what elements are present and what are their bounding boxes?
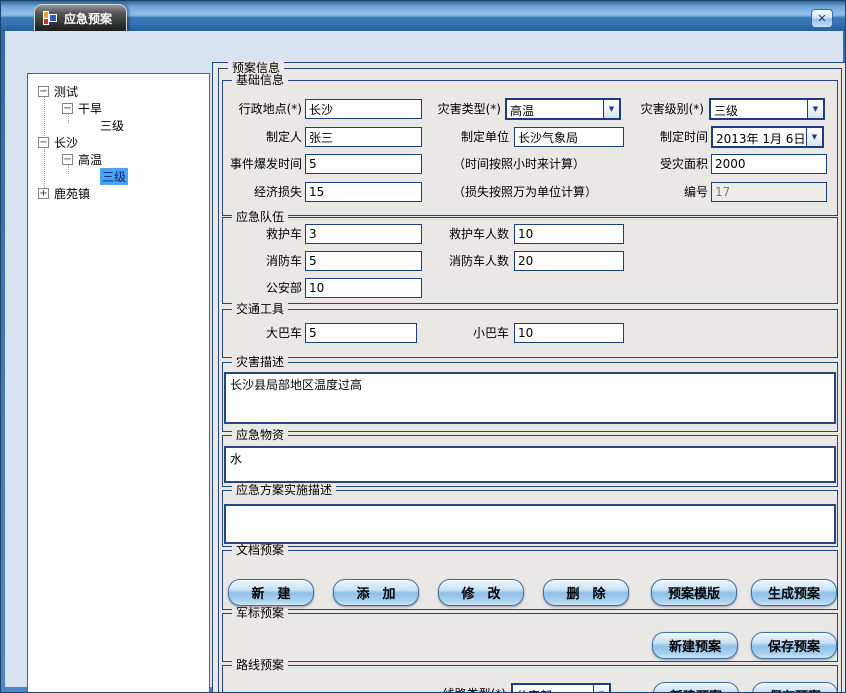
police-input[interactable] xyxy=(305,278,422,298)
close-button[interactable]: ✕ xyxy=(811,9,833,28)
close-icon: ✕ xyxy=(817,12,826,25)
window-title: 应急预案 xyxy=(64,10,112,27)
economic-loss-input[interactable] xyxy=(305,182,422,202)
groupbox-title: 灾害描述 xyxy=(232,355,288,369)
groupbox-title: 交通工具 xyxy=(232,302,288,316)
groupbox-title: 军标预案 xyxy=(232,606,288,620)
author-label: 制定人 xyxy=(222,127,302,147)
route-type-value: 公安部 xyxy=(513,685,593,693)
disaster-level-value: 三级 xyxy=(711,100,807,118)
disaster-level-label: 灾害级别(*) xyxy=(617,99,704,119)
ambulance-staff-input[interactable] xyxy=(514,224,624,244)
outbreak-time-input[interactable] xyxy=(305,154,422,174)
window-tab[interactable]: 应急预案 xyxy=(34,4,127,31)
groupbox-military-plan: 军标预案 xyxy=(222,613,838,662)
serial-number-label: 编号 xyxy=(621,182,708,202)
admin-location-input[interactable] xyxy=(305,99,422,119)
groupbox-title: 基础信息 xyxy=(232,73,288,87)
app-icon xyxy=(43,11,58,25)
tree-item-label[interactable]: 鹿苑镇 xyxy=(54,185,90,202)
route-type-select[interactable]: 公安部 ▼ xyxy=(511,683,611,693)
route-new-plan-button[interactable]: 新建预案 xyxy=(653,682,739,693)
tree-collapse-icon[interactable]: − xyxy=(38,86,49,97)
police-label: 公安部 xyxy=(222,278,302,298)
disaster-level-select[interactable]: 三级 ▼ xyxy=(709,98,825,120)
dialog-body: − 测试 − 干旱 三级 − 长沙 − 高温 三级 + xyxy=(5,31,843,687)
fire-truck-staff-input[interactable] xyxy=(514,251,624,271)
tree-item-4[interactable]: − 高温 xyxy=(62,151,102,167)
delete-button[interactable]: 删 除 xyxy=(543,579,629,606)
create-time-value: 2013年 1月 6日 xyxy=(713,128,806,146)
tree-collapse-icon[interactable]: − xyxy=(62,154,73,165)
author-unit-input[interactable] xyxy=(514,127,624,147)
disaster-type-label: 灾害类型(*) xyxy=(421,99,501,119)
economic-loss-label: 经济损失 xyxy=(222,182,302,202)
tree-item-label[interactable]: 高温 xyxy=(78,151,102,168)
create-time-datepicker[interactable]: 2013年 1月 6日 ▼ xyxy=(711,126,824,148)
new-button[interactable]: 新 建 xyxy=(228,579,314,606)
economic-loss-hint: （损失按照万为单位计算） xyxy=(453,182,597,202)
create-time-label: 制定时间 xyxy=(621,127,708,147)
outbreak-time-hint: （时间按照小时来计算） xyxy=(453,154,585,174)
chevron-down-icon[interactable]: ▼ xyxy=(807,100,823,118)
groupbox-title: 应急队伍 xyxy=(232,210,288,224)
tree-expand-icon[interactable]: + xyxy=(38,188,49,199)
chevron-down-icon[interactable]: ▼ xyxy=(806,128,822,146)
author-input[interactable] xyxy=(305,127,422,147)
plan-template-button[interactable]: 预案模版 xyxy=(651,579,737,606)
route-type-label: 线路类型(*) xyxy=(423,684,506,693)
groupbox-title: 应急方案实施描述 xyxy=(232,483,336,497)
groupbox-title: 文档预案 xyxy=(232,543,288,557)
tree-item-3[interactable]: − 长沙 xyxy=(38,134,78,150)
small-bus-label: 小巴车 xyxy=(429,323,509,343)
generate-plan-button[interactable]: 生成预案 xyxy=(751,579,837,606)
ambulance-label: 救护车 xyxy=(222,224,302,244)
tree-item-1[interactable]: − 干旱 xyxy=(62,100,102,116)
fire-truck-staff-label: 消防车人数 xyxy=(429,251,509,271)
tree-item-label[interactable]: 干旱 xyxy=(78,100,102,117)
small-bus-input[interactable] xyxy=(514,323,624,343)
tree-item-6[interactable]: + 鹿苑镇 xyxy=(38,185,90,201)
disaster-type-value: 高温 xyxy=(507,100,603,118)
tree-collapse-icon[interactable]: − xyxy=(62,103,73,114)
military-save-plan-button[interactable]: 保存预案 xyxy=(751,632,837,659)
tree-item-label[interactable]: 测试 xyxy=(54,83,78,100)
disaster-desc-textarea[interactable]: 长沙县局部地区温度过高 xyxy=(224,372,836,424)
serial-number-input xyxy=(711,182,827,202)
ambulance-input[interactable] xyxy=(305,224,422,244)
tree-item-label[interactable]: 三级 xyxy=(100,168,128,185)
affected-area-label: 受灾面积 xyxy=(621,154,708,174)
tree-collapse-icon[interactable]: − xyxy=(38,137,49,148)
groupbox-title: 应急物资 xyxy=(232,428,288,442)
admin-location-label: 行政地点(*) xyxy=(222,99,302,119)
plan-detail-panel: 预案信息 基础信息 应急队伍 交通工具 灾害描述 应急物资 应急方案实施描述 文… xyxy=(212,62,846,693)
affected-area-input[interactable] xyxy=(711,154,827,174)
app-window: 应急预案 ✕ − 测试 − 干旱 三级 − 长沙 xyxy=(0,0,846,693)
tree-item-2[interactable]: 三级 xyxy=(100,117,124,133)
ambulance-staff-label: 救护车人数 xyxy=(429,224,509,244)
fire-truck-input[interactable] xyxy=(305,251,422,271)
plan-tree[interactable]: − 测试 − 干旱 三级 − 长沙 − 高温 三级 + xyxy=(27,73,210,693)
author-unit-label: 制定单位 xyxy=(429,127,509,147)
big-bus-input[interactable] xyxy=(305,323,417,343)
groupbox-doc-plan: 文档预案 xyxy=(222,550,838,610)
route-save-plan-button[interactable]: 保存预案 xyxy=(752,682,838,693)
tree-item-5-selected[interactable]: 三级 xyxy=(100,168,128,184)
implementation-textarea[interactable] xyxy=(224,504,836,544)
title-bar: 应急预案 ✕ xyxy=(1,1,846,31)
tree-item-0[interactable]: − 测试 xyxy=(38,83,78,99)
military-new-plan-button[interactable]: 新建预案 xyxy=(652,632,738,659)
modify-button[interactable]: 修 改 xyxy=(438,579,524,606)
tree-item-label[interactable]: 长沙 xyxy=(54,134,78,151)
add-button[interactable]: 添 加 xyxy=(333,579,419,606)
groupbox-title: 路线预案 xyxy=(232,658,288,672)
tree-item-label[interactable]: 三级 xyxy=(100,117,124,134)
disaster-type-select[interactable]: 高温 ▼ xyxy=(505,98,621,120)
chevron-down-icon[interactable]: ▼ xyxy=(593,685,609,693)
big-bus-label: 大巴车 xyxy=(222,323,302,343)
fire-truck-label: 消防车 xyxy=(222,251,302,271)
outbreak-time-label: 事件爆发时间 xyxy=(215,154,302,174)
supplies-textarea[interactable]: 水 xyxy=(224,446,836,483)
